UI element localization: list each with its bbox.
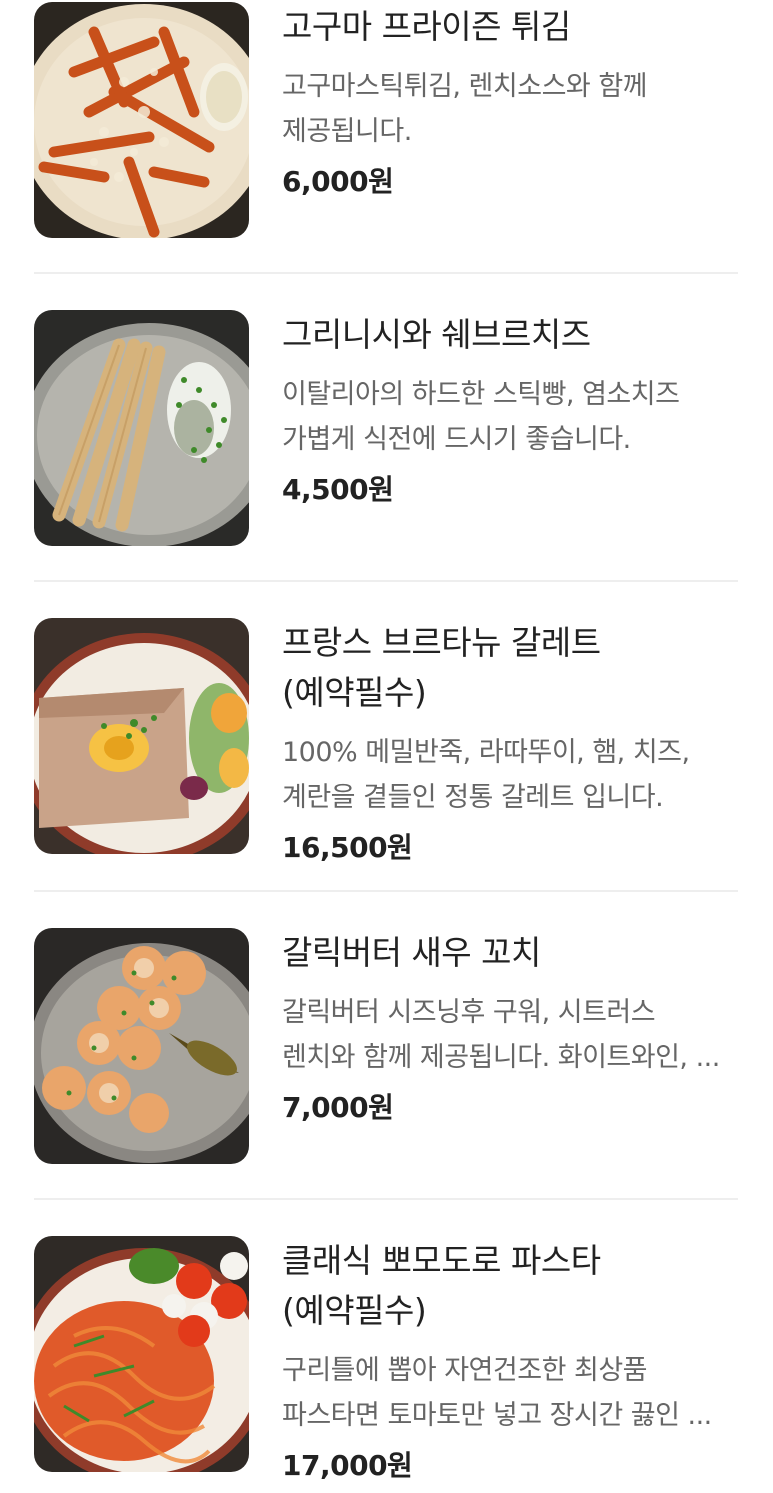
menu-item-price: 17,000원	[282, 1449, 413, 1482]
grissini-cheese-photo	[34, 310, 249, 546]
menu-item-price: 16,500원	[282, 831, 413, 864]
menu-item-info: 그리니시와 쉐브르치즈 이탈리아의 하드한 스틱빵, 염소치즈 가볍게 식전에 …	[282, 310, 730, 510]
menu-item-price: 6,000원	[282, 165, 394, 198]
divider	[34, 1198, 738, 1200]
menu-item-price: 4,500원	[282, 473, 394, 506]
menu-item-info: 클래식 뽀모도로 파스타 (예약필수) 구리틀에 뽑아 자연건조한 최상품 파스…	[282, 1236, 730, 1486]
menu-item-description: 구리틀에 뽑아 자연건조한 최상품 파스타면 토마토만 넣고 장시간 끓인 ..…	[282, 1355, 712, 1431]
menu-item-info: 프랑스 브르타뉴 갈레트(예약필수) 100% 메밀반죽, 라따뚜이, 햄, 치…	[282, 618, 730, 868]
menu-item-name: 갈릭버터 새우 꼬치	[282, 933, 541, 972]
menu-item-name: 프랑스 브르타뉴 갈레트(예약필수)	[282, 623, 601, 712]
menu-item[interactable]: 고구마 프라이즌 튀김 고구마스틱튀김, 렌치소스와 함께 제공됩니다. 6,0…	[34, 2, 738, 242]
sweet-potato-fries-image[interactable]	[34, 2, 249, 238]
galette-image[interactable]	[34, 618, 249, 854]
menu-item-name: 그리니시와 쉐브르치즈	[282, 315, 591, 354]
menu-item-price: 7,000원	[282, 1091, 394, 1124]
menu-item-description: 이탈리아의 하드한 스틱빵, 염소치즈 가볍게 식전에 드시기 좋습니다.	[282, 379, 680, 455]
menu-item-name: 고구마 프라이즌 튀김	[282, 7, 571, 46]
menu-item-name: 클래식 뽀모도로 파스타 (예약필수)	[282, 1241, 601, 1330]
menu-item-description: 100% 메밀반죽, 라따뚜이, 햄, 치즈, 계란을 곁들인 정통 갈레트 입…	[282, 737, 690, 813]
pomodoro-pasta-image[interactable]	[34, 1236, 249, 1472]
menu-item[interactable]: 갈릭버터 새우 꼬치 갈릭버터 시즈닝후 구워, 시트러스 렌치와 함께 제공됩…	[34, 928, 738, 1168]
menu-item[interactable]: 클래식 뽀모도로 파스타 (예약필수) 구리틀에 뽑아 자연건조한 최상품 파스…	[34, 1236, 738, 1482]
menu-item-info: 갈릭버터 새우 꼬치 갈릭버터 시즈닝후 구워, 시트러스 렌치와 함께 제공됩…	[282, 928, 730, 1128]
garlic-shrimp-skewer-photo	[34, 928, 249, 1164]
menu-item[interactable]: 프랑스 브르타뉴 갈레트(예약필수) 100% 메밀반죽, 라따뚜이, 햄, 치…	[34, 618, 738, 864]
garlic-shrimp-skewer-image[interactable]	[34, 928, 249, 1164]
menu-item-description: 고구마스틱튀김, 렌치소스와 함께 제공됩니다.	[282, 71, 648, 147]
divider	[34, 272, 738, 274]
sweet-potato-fries-photo	[34, 2, 249, 238]
divider	[34, 580, 738, 582]
divider	[34, 890, 738, 892]
galette-photo	[34, 618, 249, 854]
menu-item-info: 고구마 프라이즌 튀김 고구마스틱튀김, 렌치소스와 함께 제공됩니다. 6,0…	[282, 2, 730, 202]
pomodoro-pasta-photo	[34, 1236, 249, 1472]
menu-item-description: 갈릭버터 시즈닝후 구워, 시트러스 렌치와 함께 제공됩니다. 화이트와인, …	[282, 997, 720, 1073]
grissini-cheese-image[interactable]	[34, 310, 249, 546]
menu-item[interactable]: 그리니시와 쉐브르치즈 이탈리아의 하드한 스틱빵, 염소치즈 가볍게 식전에 …	[34, 310, 738, 550]
